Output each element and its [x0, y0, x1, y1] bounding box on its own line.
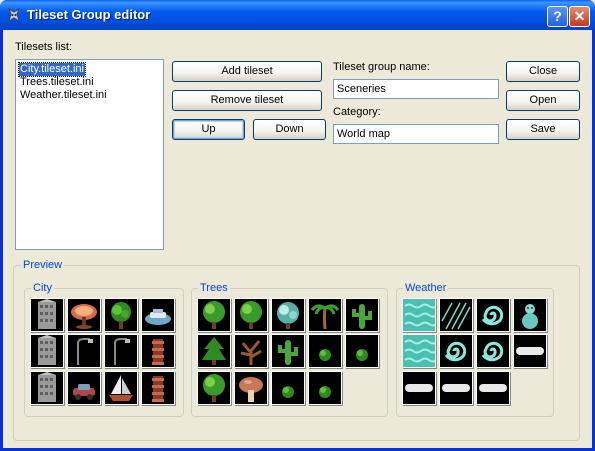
swirl-tile-icon — [476, 334, 510, 368]
building-gray-tile-icon — [30, 298, 64, 332]
cloud-tile-icon — [476, 371, 510, 405]
tower-red-tile-icon — [141, 334, 175, 368]
tower-red-tile-icon — [141, 371, 175, 405]
palm-tree-tile-icon — [308, 298, 342, 332]
building-gray-tile-icon — [30, 334, 64, 368]
tilesets-listbox[interactable]: City.tileset.ini Trees.tileset.ini Weath… — [15, 59, 164, 250]
cafe-table-tile-icon — [67, 298, 101, 332]
rain-tile-icon — [439, 298, 473, 332]
cactus-tile-icon — [271, 334, 305, 368]
dialog-body: Tilesets list: City.tileset.ini Trees.ti… — [3, 30, 592, 448]
car-tile-icon — [67, 371, 101, 405]
pine-tree-tile-icon — [197, 334, 231, 368]
cloud-tile-icon — [439, 371, 473, 405]
close-button[interactable]: Close — [506, 61, 580, 82]
swirl-tile-icon — [476, 298, 510, 332]
title-bar[interactable]: Tileset Group editor ? ✕ — [0, 0, 595, 30]
group-name-label: Tileset group name: — [333, 61, 430, 73]
tilesets-list-label: Tilesets list: — [15, 41, 73, 53]
down-button[interactable]: Down — [253, 119, 326, 140]
remove-tileset-button[interactable]: Remove tileset — [172, 90, 322, 111]
swirl-tile-icon — [439, 334, 473, 368]
sailboat-tile-icon — [104, 371, 138, 405]
preview-group-title: City — [31, 282, 54, 294]
boat-car-tile-icon — [141, 298, 175, 332]
close-window-button[interactable]: ✕ — [569, 6, 590, 27]
category-input[interactable]: World map — [333, 124, 499, 144]
group-name-input[interactable]: Sceneries — [333, 79, 499, 99]
street-lamp-tile-icon — [104, 334, 138, 368]
app-icon — [7, 7, 21, 23]
tileset-list-item[interactable]: Weather.tileset.ini — [19, 89, 108, 102]
small-bush-tile-icon — [308, 334, 342, 368]
water-tile-icon — [402, 298, 436, 332]
save-button[interactable]: Save — [506, 119, 580, 140]
dead-tree-tile-icon — [234, 334, 268, 368]
round-tree-tile-icon — [197, 298, 231, 332]
cactus-tile-icon — [345, 298, 379, 332]
up-button[interactable]: Up — [172, 119, 245, 140]
help-button[interactable]: ? — [547, 6, 568, 27]
round-tree-tile-icon — [197, 371, 231, 405]
frost-tree-tile-icon — [271, 298, 305, 332]
preview-group-title: Weather — [403, 282, 449, 294]
tileset-group-editor-window: Tileset Group editor ? ✕ Tilesets list: … — [0, 0, 595, 451]
window-title: Tileset Group editor — [27, 7, 151, 22]
mushroom-tile-icon — [234, 371, 268, 405]
tileset-list-item[interactable]: City.tileset.ini — [18, 62, 86, 77]
cloud-tile-icon — [402, 371, 436, 405]
category-label: Category: — [333, 106, 381, 118]
add-tileset-button[interactable]: Add tileset — [172, 61, 322, 82]
small-bush-tile-icon — [271, 371, 305, 405]
water-tile-icon — [402, 334, 436, 368]
preview-group-title: Trees — [198, 282, 230, 294]
small-bush-tile-icon — [308, 371, 342, 405]
preview-label: Preview — [21, 259, 65, 271]
tileset-list-item[interactable]: Trees.tileset.ini — [19, 76, 95, 89]
open-button[interactable]: Open — [506, 90, 580, 111]
round-tree-tile-icon — [234, 298, 268, 332]
snowman-tile-icon — [513, 298, 547, 332]
tree-bush-tile-icon — [104, 298, 138, 332]
building-gray-tile-icon — [30, 371, 64, 405]
small-bush-tile-icon — [345, 334, 379, 368]
street-lamp-tile-icon — [67, 334, 101, 368]
cloud-tile-icon — [513, 334, 547, 368]
